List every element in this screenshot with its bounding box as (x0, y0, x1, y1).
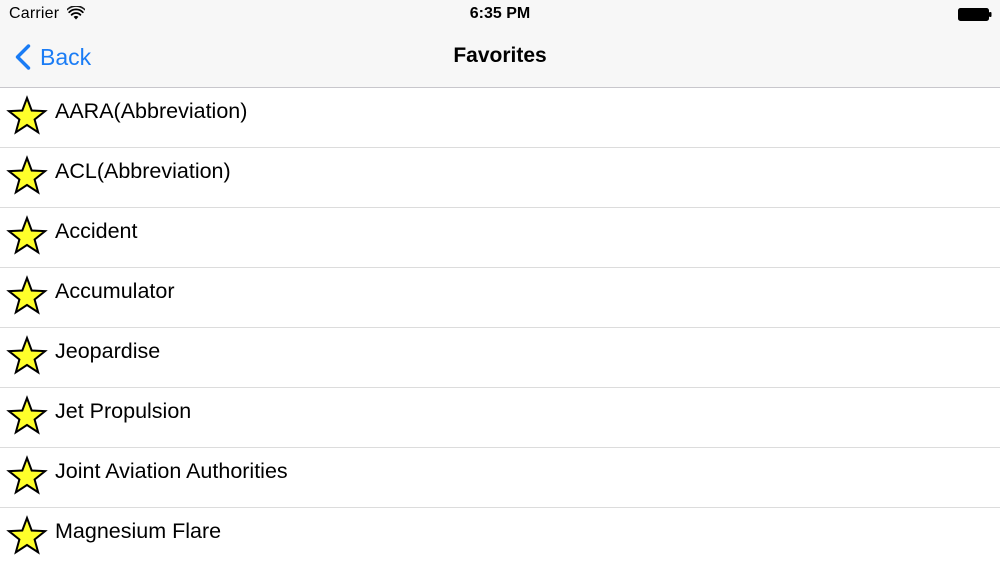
list-item[interactable]: Magnesium Flare (0, 508, 1000, 563)
star-icon (6, 215, 48, 255)
clock: 6:35 PM (469, 5, 531, 22)
list-item-label: Accumulator (55, 279, 175, 303)
list-item[interactable]: AARA(Abbreviation) (0, 88, 1000, 148)
favorites-list: AARA(Abbreviation) ACL(Abbreviation) Accid… (0, 88, 1000, 563)
star-icon (6, 95, 48, 135)
star-icon (6, 335, 48, 375)
list-item[interactable]: Jet Propulsion (0, 388, 1000, 448)
list-item[interactable]: ACL(Abbreviation) (0, 148, 1000, 208)
status-bar: Carrier 6:35 PM (0, 0, 1000, 30)
list-item-label: Jet Propulsion (55, 399, 192, 423)
list-item-label: ACL(Abbreviation) (55, 159, 231, 183)
star-icon (6, 395, 48, 435)
list-item[interactable]: Joint Aviation Authorities (0, 448, 1000, 508)
list-item[interactable]: Accident (0, 208, 1000, 268)
list-item-label: Accident (55, 219, 138, 243)
star-icon (6, 515, 48, 555)
list-item-label: Joint Aviation Authorities (55, 459, 288, 483)
list-item-label: AARA(Abbreviation) (55, 99, 248, 123)
battery-icon (958, 8, 992, 21)
navigation-bar: Back Favorites (0, 30, 1000, 87)
star-icon (6, 155, 48, 195)
list-item-label: Magnesium Flare (55, 519, 222, 543)
page-title: Favorites (453, 44, 547, 67)
list-item[interactable]: Jeopardise (0, 328, 1000, 388)
screen: Carrier 6:35 PM Back Favorites AARA(Abbr… (0, 0, 1000, 563)
star-icon (6, 275, 48, 315)
star-icon (6, 455, 48, 495)
top-bar: Carrier 6:35 PM Back Favorites (0, 0, 1000, 88)
list-item[interactable]: Accumulator (0, 268, 1000, 328)
list-item-label: Jeopardise (55, 339, 161, 363)
